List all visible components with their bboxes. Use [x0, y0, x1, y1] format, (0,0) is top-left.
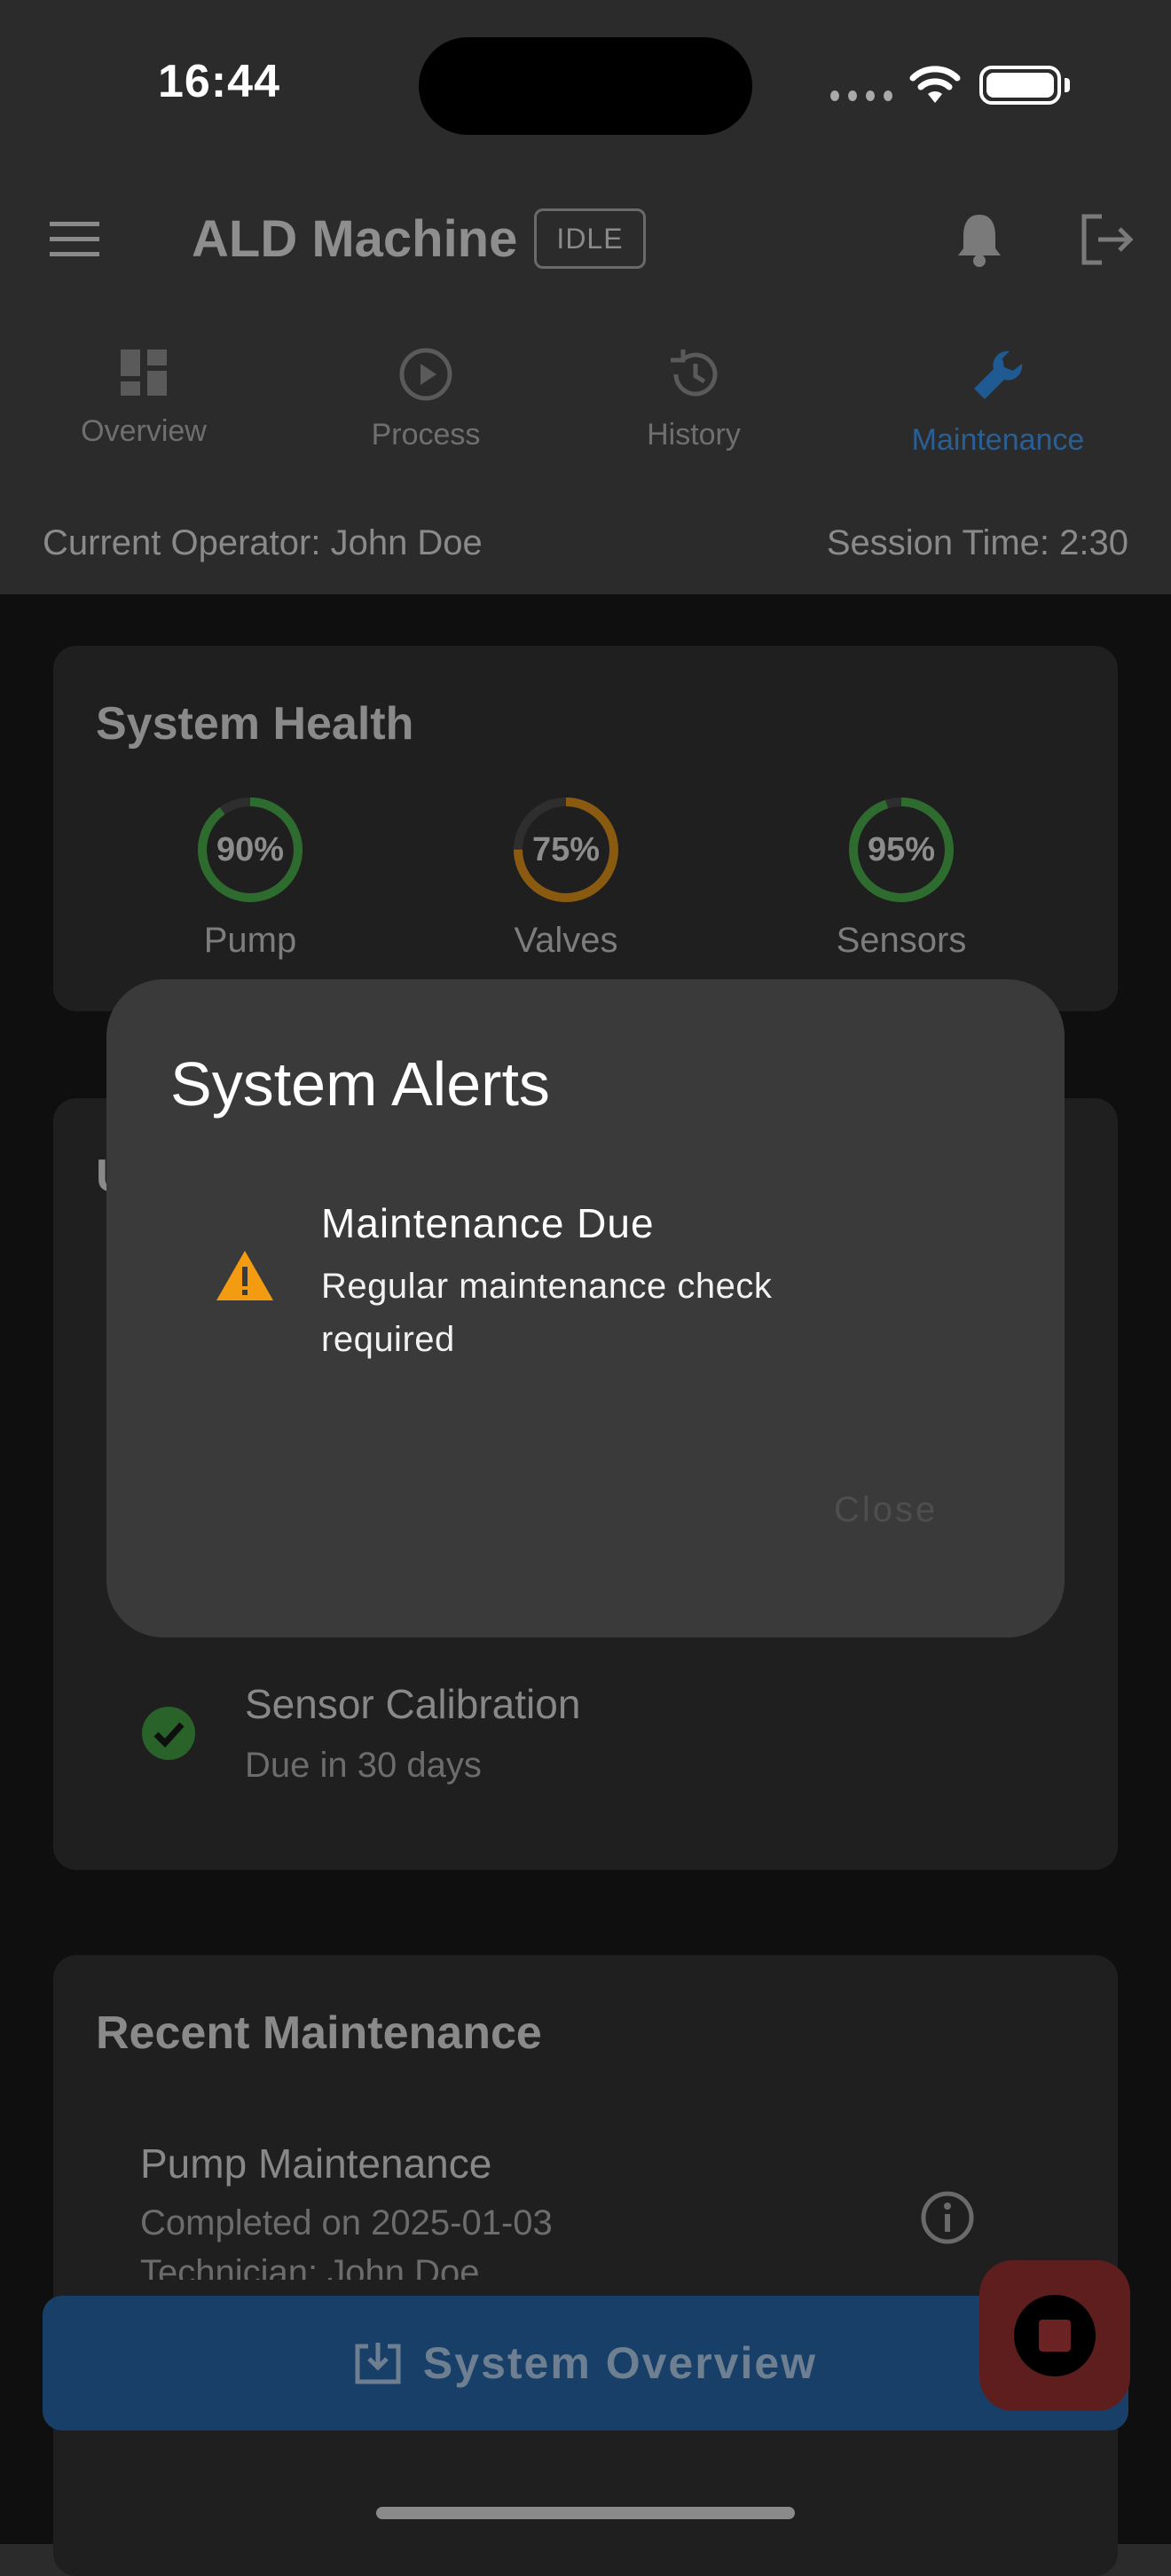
tab-label: Process [371, 418, 481, 452]
list-item-line2: Technician: John Doe [140, 2253, 480, 2280]
sensors-label: Sensors [836, 921, 967, 960]
tab-process[interactable]: Process [293, 346, 559, 452]
stop-icon [1014, 2295, 1096, 2376]
history-icon [671, 349, 718, 397]
app-title: ALD Machine [192, 210, 518, 268]
valves-value: 75% [531, 830, 601, 868]
tab-maintenance[interactable]: Maintenance [865, 346, 1131, 458]
bell-icon[interactable] [955, 209, 1004, 268]
list-item-subtitle: Due in 30 days [245, 1746, 482, 1785]
recent-maintenance-title: Recent Maintenance [96, 2007, 542, 2059]
health-valves: 75% Valves [468, 795, 664, 961]
battery-tip [1065, 78, 1070, 92]
logout-icon[interactable] [1079, 213, 1136, 266]
status-time: 16:44 [158, 56, 280, 107]
tab-label: History [647, 418, 741, 452]
session-time: Session Time: 2:30 [826, 523, 1128, 562]
health-pump: 90% Pump [153, 795, 348, 961]
dialog-title: System Alerts [170, 1049, 550, 1119]
info-icon[interactable] [919, 2189, 976, 2246]
check-circle-icon [142, 1707, 195, 1760]
play-circle-icon [399, 348, 452, 401]
pump-value: 90% [216, 830, 285, 868]
system-overview-label: System Overview [422, 2338, 818, 2388]
status-badge: IDLE [534, 208, 646, 269]
system-health-title: System Health [96, 698, 414, 750]
current-operator: Current Operator: John Doe [43, 523, 483, 562]
emergency-stop-button[interactable] [979, 2260, 1130, 2411]
system-overview-button[interactable]: System Overview [43, 2296, 1128, 2431]
menu-icon[interactable] [50, 220, 101, 259]
wifi-icon [909, 66, 961, 103]
valves-label: Valves [514, 921, 618, 960]
alert-title: Maintenance Due [321, 1200, 655, 1246]
tab-label: Overview [81, 414, 207, 448]
home-indicator[interactable] [376, 2507, 795, 2519]
download-box-icon [355, 2343, 401, 2384]
wrench-icon [974, 350, 1023, 399]
tab-label: Maintenance [911, 423, 1085, 457]
sensors-value: 95% [867, 830, 936, 868]
list-item-line1: Completed on 2025-01-03 [140, 2203, 553, 2242]
health-sensors: 95% Sensors [804, 795, 999, 961]
list-item-title: Sensor Calibration [245, 1681, 581, 1727]
signal-icon [830, 90, 892, 103]
close-button[interactable]: Close [834, 1490, 938, 1530]
pump-label: Pump [203, 921, 297, 960]
tab-history[interactable]: History [561, 346, 827, 452]
dynamic-island [419, 37, 752, 135]
list-item-title: Pump Maintenance [140, 2140, 492, 2187]
tab-overview[interactable]: Overview [11, 346, 277, 449]
warning-icon [216, 1251, 273, 1300]
alert-message: Regular maintenance check required [321, 1267, 773, 1359]
battery-icon [979, 66, 1061, 105]
dashboard-icon [121, 349, 167, 396]
